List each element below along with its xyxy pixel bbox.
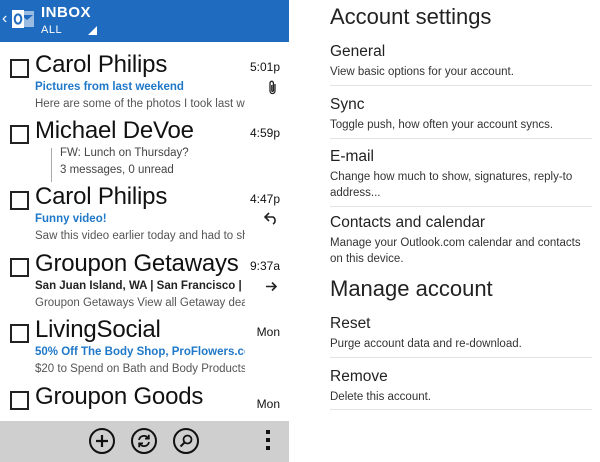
setting-label: General <box>330 43 386 60</box>
message-preview: Saw this video earlier today and had to … <box>35 230 245 242</box>
outlook-logo-icon <box>12 10 34 28</box>
message-subject: Funny video! <box>35 213 107 225</box>
message-time: Mon <box>256 325 280 339</box>
setting-description: View basic options for your account. <box>330 66 514 78</box>
search-icon[interactable] <box>173 428 199 454</box>
message-subject: FW: Lunch on Thursday? <box>60 147 189 159</box>
thread-line <box>51 148 52 182</box>
message-time: Mon <box>256 397 280 411</box>
message-sender: LivingSocial <box>35 316 161 343</box>
setting-label: Reset <box>330 315 371 332</box>
divider <box>330 409 592 410</box>
setting-reset[interactable]: Reset Purge account data and re-download… <box>330 314 592 352</box>
setting-email[interactable]: E-mail Change how much to show, signatur… <box>330 147 592 201</box>
setting-description: Change how much to show, signatures, rep… <box>330 171 573 199</box>
message-sender: Michael DeVoe <box>35 117 194 144</box>
message-item[interactable]: Groupon Getaways 9:37a San Juan Island, … <box>0 250 289 318</box>
reply-icon <box>263 212 278 228</box>
paperclip-icon <box>268 80 278 98</box>
message-checkbox[interactable] <box>10 258 29 277</box>
message-subject: Pictures from last weekend <box>35 81 184 93</box>
message-item[interactable]: LivingSocial Mon 50% Off The Body Shop, … <box>0 316 289 384</box>
page-title: Account settings <box>330 4 492 29</box>
message-preview: $20 to Spend on Bath and Body Products <box>35 363 245 375</box>
setting-contacts-calendar[interactable]: Contacts and calendar Manage your Outloo… <box>330 213 592 267</box>
divider <box>330 85 592 86</box>
filter-dropdown-icon[interactable] <box>88 26 97 35</box>
message-subject: 50% Off The Body Shop, ProFlowers.com <box>35 346 245 358</box>
setting-description: Manage your Outlook.com calendar and con… <box>330 237 581 265</box>
inbox-pane: ‹ INBOX ALL Carol Philips 5:01p Pictures… <box>0 0 289 462</box>
message-checkbox[interactable] <box>10 125 29 144</box>
new-icon[interactable] <box>89 428 115 454</box>
message-checkbox[interactable] <box>10 59 29 78</box>
message-time: 4:59p <box>249 126 280 140</box>
setting-label: Sync <box>330 96 365 113</box>
message-sender: Carol Philips <box>35 51 168 78</box>
app-bar <box>0 421 289 462</box>
setting-description: Delete this account. <box>330 391 432 403</box>
setting-description: Purge account data and re-download. <box>330 338 522 350</box>
forward-icon <box>265 279 278 295</box>
more-icon[interactable] <box>266 430 270 454</box>
inbox-title: INBOX <box>41 4 92 21</box>
message-item[interactable]: Carol Philips 5:01p Pictures from last w… <box>0 51 289 119</box>
message-time: 9:37a <box>249 259 280 273</box>
message-preview: 3 messages, 0 unread <box>60 164 174 176</box>
inbox-header: ‹ INBOX ALL <box>0 0 289 42</box>
message-sender: Groupon Goods <box>35 383 204 410</box>
setting-sync[interactable]: Sync Toggle push, how often your account… <box>330 95 592 133</box>
inbox-filter[interactable]: ALL <box>41 24 62 36</box>
message-checkbox[interactable] <box>10 191 29 210</box>
setting-general[interactable]: General View basic options for your acco… <box>330 42 592 80</box>
back-chevron-icon[interactable]: ‹ <box>2 11 7 27</box>
setting-description: Toggle push, how often your account sync… <box>330 119 554 131</box>
setting-remove[interactable]: Remove Delete this account. <box>330 367 592 405</box>
divider <box>330 206 592 207</box>
divider <box>330 138 592 139</box>
message-time: 4:47p <box>249 192 280 206</box>
message-time: 5:01p <box>249 60 280 74</box>
setting-label: Remove <box>330 368 388 385</box>
message-item[interactable]: Michael DeVoe 4:59p FW: Lunch on Thursda… <box>0 117 289 185</box>
divider <box>330 357 592 358</box>
setting-label: E-mail <box>330 148 374 165</box>
message-subject: San Juan Island, WA | San Francisco | Wi… <box>35 280 245 292</box>
message-item[interactable]: Carol Philips 4:47p Funny video! Saw thi… <box>0 183 289 251</box>
account-settings-pane: Account settings General View basic opti… <box>289 0 600 462</box>
message-checkbox[interactable] <box>10 391 29 410</box>
message-sender: Groupon Getaways <box>35 250 239 277</box>
setting-label: Contacts and calendar <box>330 214 486 231</box>
manage-account-title: Manage account <box>330 276 493 301</box>
message-checkbox[interactable] <box>10 324 29 343</box>
message-sender: Carol Philips <box>35 183 168 210</box>
message-preview: Here are some of the photos I took last … <box>35 98 245 110</box>
sync-icon[interactable] <box>131 428 157 454</box>
message-preview: Groupon Getaways View all Getaway deals <box>35 297 245 309</box>
